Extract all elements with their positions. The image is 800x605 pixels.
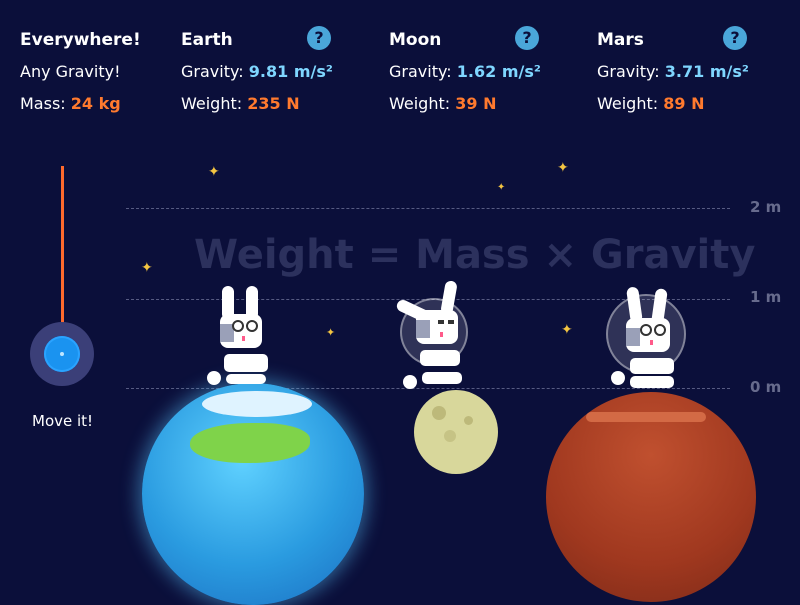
star-icon: ✦ bbox=[208, 164, 220, 180]
earth-bunny-icon bbox=[207, 286, 268, 385]
moon-bunny-icon bbox=[396, 280, 462, 389]
earth-weight-value: 235 N bbox=[247, 94, 300, 113]
mars-gravity-label: Gravity: bbox=[597, 62, 660, 81]
earth-weight: Weight: 235 N bbox=[181, 94, 333, 116]
earth-gravity: Gravity: 9.81 m/s² bbox=[181, 62, 333, 84]
moon-help-icon[interactable]: ? bbox=[515, 26, 539, 50]
earth-help-icon[interactable]: ? bbox=[307, 26, 331, 50]
move-it-label: Move it! bbox=[32, 412, 94, 430]
formula-text: Weight = Mass × Gravity bbox=[194, 232, 756, 278]
everywhere-title: Everywhere! bbox=[20, 30, 141, 50]
star-icon: ✦ bbox=[141, 260, 153, 276]
earth-icon bbox=[142, 383, 364, 605]
mars-gravity-value: 3.71 m/s² bbox=[664, 62, 749, 81]
moon-gravity-value: 1.62 m/s² bbox=[456, 62, 541, 81]
moon-icon bbox=[414, 390, 498, 474]
star-icon: ✦ bbox=[561, 322, 573, 338]
mars-weight-label: Weight: bbox=[597, 94, 659, 113]
grid-label-0m: 0 m bbox=[750, 378, 782, 396]
moon-gravity-label: Gravity: bbox=[389, 62, 452, 81]
mars-icon bbox=[546, 392, 756, 602]
moon-weight: Weight: 39 N bbox=[389, 94, 541, 116]
everywhere-column: Everywhere! Any Gravity! Mass: 24 kg bbox=[20, 30, 141, 116]
earth-weight-label: Weight: bbox=[181, 94, 243, 113]
mars-bunny-icon bbox=[611, 287, 674, 388]
moon-gravity: Gravity: 1.62 m/s² bbox=[389, 62, 541, 84]
mass-readout: Mass: 24 kg bbox=[20, 94, 141, 116]
moon-weight-label: Weight: bbox=[389, 94, 451, 113]
mars-gravity: Gravity: 3.71 m/s² bbox=[597, 62, 749, 84]
star-icon: ✦ bbox=[497, 182, 506, 193]
mars-help-icon[interactable]: ? bbox=[723, 26, 747, 50]
mass-label: Mass: bbox=[20, 94, 66, 113]
mars-weight: Weight: 89 N bbox=[597, 94, 749, 116]
earth-gravity-value: 9.81 m/s² bbox=[248, 62, 333, 81]
earth-gravity-label: Gravity: bbox=[181, 62, 244, 81]
star-icon: ✦ bbox=[557, 160, 569, 176]
mars-weight-value: 89 N bbox=[663, 94, 705, 113]
grid-line-2m bbox=[126, 208, 730, 209]
grid-label-1m: 1 m bbox=[750, 288, 782, 306]
slider-knob-dot bbox=[60, 352, 64, 356]
moon-weight-value: 39 N bbox=[455, 94, 497, 113]
any-gravity-text: Any Gravity! bbox=[20, 62, 121, 81]
grid-label-2m: 2 m bbox=[750, 198, 782, 216]
star-icon: ✦ bbox=[326, 326, 336, 339]
slider-track[interactable] bbox=[61, 166, 64, 340]
mass-value: 24 kg bbox=[70, 94, 121, 113]
